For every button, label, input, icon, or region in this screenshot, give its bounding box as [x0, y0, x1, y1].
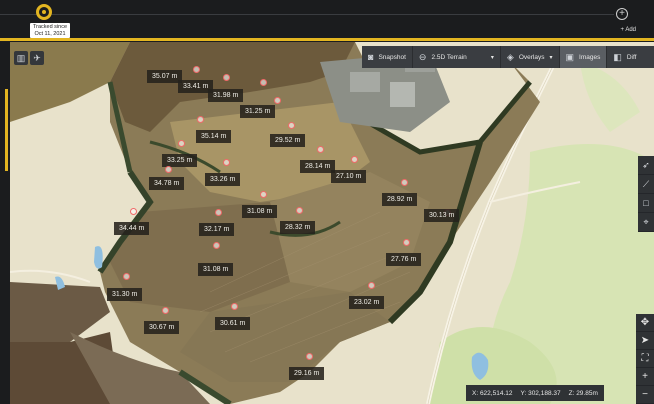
elevation-point[interactable] — [197, 116, 204, 123]
compass-icon[interactable]: ✥ — [636, 314, 654, 332]
diff-label: Diff — [626, 53, 637, 61]
elevation-point[interactable] — [296, 207, 303, 214]
add-button[interactable]: + Add — [620, 27, 636, 33]
elevation-point[interactable] — [162, 307, 169, 314]
elevation-point[interactable] — [351, 156, 358, 163]
elevation-point[interactable] — [193, 66, 200, 73]
drawing-tools: ➶ ⟋ □ ⌖ — [638, 156, 654, 232]
elevation-label: 31.08 m — [198, 263, 234, 276]
zoom-in-icon[interactable]: + — [636, 368, 654, 386]
elevation-point[interactable] — [223, 159, 230, 166]
elevation-label: 23.02 m — [349, 296, 385, 309]
elevation-point[interactable] — [178, 140, 185, 147]
elevation-point[interactable] — [213, 242, 220, 249]
layers-icon: ◈ — [506, 51, 514, 62]
elevation-point[interactable] — [165, 166, 172, 173]
elevation-label: 31.08 m — [242, 205, 278, 218]
timeline-marker-icon[interactable] — [36, 4, 52, 20]
elevation-point[interactable] — [231, 303, 238, 310]
elevation-label: 28.32 m — [280, 221, 316, 234]
overlays-label: Overlays — [518, 53, 545, 61]
image-icon: ▣ — [565, 51, 575, 62]
elevation-label: 34.44 m — [114, 222, 150, 235]
elevation-label: 31.98 m — [208, 89, 244, 102]
cursor-icon[interactable]: ➶ — [638, 156, 654, 175]
images-label: Images — [579, 53, 601, 61]
elevation-label: 27.10 m — [331, 170, 367, 183]
elevation-point[interactable] — [130, 208, 137, 215]
overlays-dropdown[interactable]: ◈ Overlays ▾ — [501, 46, 560, 68]
scroll-indicator[interactable] — [5, 89, 8, 171]
map-view[interactable]: ▥ ✈ ◙ Snapshot ⊖ 2.5D Terrain ▾ ◈ Overlays ▾ … — [10, 42, 654, 404]
elevation-label: 30.13 m — [424, 209, 460, 222]
elevation-point[interactable] — [260, 191, 267, 198]
elevation-label: 27.76 m — [386, 253, 422, 266]
chevron-down-icon: ▾ — [490, 54, 494, 61]
coord-x: X: 622,514.12 — [472, 389, 513, 397]
pointer-icon[interactable]: ➤ — [636, 332, 654, 350]
chevron-down-icon: ▾ — [549, 54, 553, 61]
elevation-label: 30.67 m — [144, 321, 180, 334]
elevation-point[interactable] — [274, 97, 281, 104]
camera-icon: ◙ — [368, 52, 374, 62]
elevation-point[interactable] — [288, 122, 295, 129]
elevation-label: 30.61 m — [215, 317, 251, 330]
coord-z: Z: 29.85m — [568, 389, 598, 397]
elevation-label: 28.14 m — [300, 160, 336, 173]
pin-icon[interactable]: ⌖ — [638, 213, 654, 232]
elevation-label: 35.14 m — [196, 130, 232, 143]
elevation-label: 35.07 m — [147, 70, 183, 83]
elevation-point[interactable] — [317, 146, 324, 153]
elevation-point[interactable] — [306, 353, 313, 360]
elevation-label: 31.30 m — [107, 288, 143, 301]
elevation-point[interactable] — [368, 282, 375, 289]
elevation-label: 33.26 m — [205, 173, 241, 186]
zoom-out-icon[interactable]: − — [636, 386, 654, 404]
elevation-label: 28.92 m — [382, 193, 418, 206]
elevation-point[interactable] — [403, 239, 410, 246]
terrain-dropdown[interactable]: ⊖ 2.5D Terrain ▾ — [413, 46, 501, 68]
coord-y: Y: 302,188.37 — [520, 389, 561, 397]
timeline-track — [0, 14, 614, 15]
elevation-point[interactable] — [123, 273, 130, 280]
navigation-tools: ✥ ➤ ⛶ + − — [636, 314, 654, 404]
satellite-icon[interactable]: ✈ — [30, 51, 44, 65]
left-sidebar — [0, 42, 10, 404]
elevation-point[interactable] — [215, 209, 222, 216]
plus-circle-icon[interactable]: + — [616, 8, 628, 20]
area-square-icon[interactable]: □ — [638, 194, 654, 213]
tracked-since-label: Tracked since Oct 11, 2021 — [30, 23, 70, 38]
timeline-bar: Tracked since Oct 11, 2021 + + Add — [0, 0, 654, 41]
coordinate-readout: X: 622,514.12 Y: 302,188.37 Z: 29.85m — [466, 385, 604, 401]
snapshot-button[interactable]: ◙ Snapshot — [362, 46, 413, 68]
measure-line-icon[interactable]: ⟋ — [638, 175, 654, 194]
elevation-label: 32.17 m — [199, 223, 235, 236]
images-toggle[interactable]: ▣ Images — [559, 46, 608, 68]
diff-icon: ◧ — [613, 51, 622, 62]
elevation-point[interactable] — [401, 179, 408, 186]
terrain-label: 2.5D Terrain — [431, 53, 467, 61]
elevation-point[interactable] — [260, 79, 267, 86]
elevation-label: 34.78 m — [149, 177, 185, 190]
elevation-label: 29.16 m — [289, 367, 325, 380]
elevation-label: 29.52 m — [270, 134, 306, 147]
timeline-highlight — [0, 38, 654, 41]
diff-toggle[interactable]: ◧ Diff — [607, 46, 642, 68]
map-view-icon[interactable]: ▥ — [14, 51, 28, 65]
terrain-icon: ⊖ — [418, 51, 427, 62]
snapshot-label: Snapshot — [378, 53, 406, 61]
elevation-label: 31.25 m — [240, 105, 276, 118]
map-imagery — [10, 42, 654, 404]
fullscreen-icon[interactable]: ⛶ — [636, 350, 654, 368]
elevation-point[interactable] — [223, 74, 230, 81]
map-toolbar: ◙ Snapshot ⊖ 2.5D Terrain ▾ ◈ Overlays ▾ ▣ Ima… — [362, 46, 654, 68]
